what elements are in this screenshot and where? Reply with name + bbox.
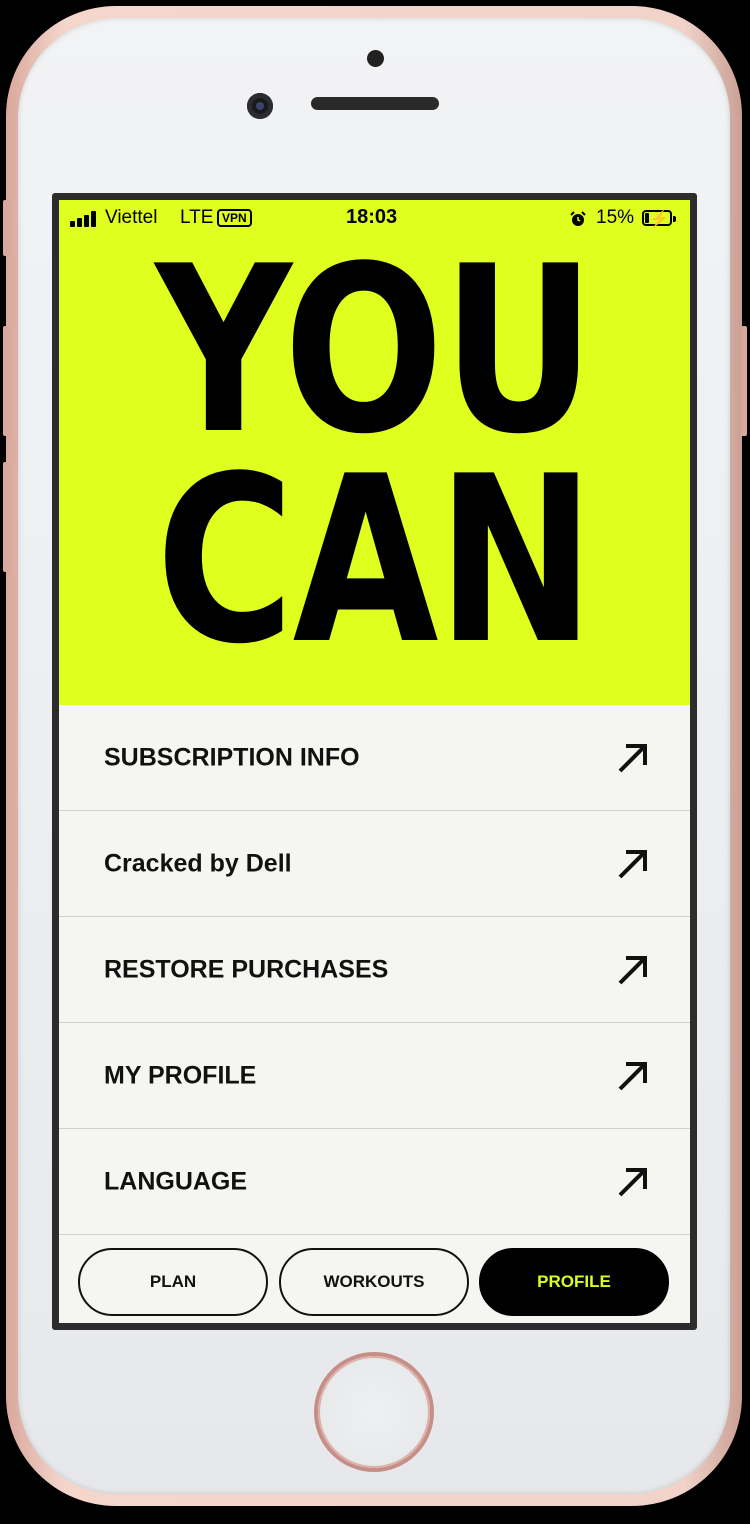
tab-plan[interactable]: PLAN bbox=[78, 1248, 268, 1316]
arrow-up-right-icon bbox=[618, 955, 647, 984]
menu-item-label: MY PROFILE bbox=[104, 1061, 257, 1089]
menu-item-label: RESTORE PURCHASES bbox=[104, 955, 389, 983]
menu-item-restore-purchases[interactable]: RESTORE PURCHASES bbox=[59, 917, 690, 1023]
arrow-up-right-icon bbox=[618, 1167, 647, 1196]
home-button[interactable] bbox=[318, 1356, 430, 1468]
hero-banner: Viettel LTE VPN 18:03 15% ⚡ YOU CAN bbox=[59, 200, 690, 705]
menu-item-my-profile[interactable]: MY PROFILE bbox=[59, 1023, 690, 1129]
volume-down-button bbox=[3, 462, 9, 572]
menu-item-label: Cracked by Dell bbox=[104, 849, 292, 877]
screen-bezel: Viettel LTE VPN 18:03 15% ⚡ YOU CAN SUBS… bbox=[52, 193, 697, 1330]
hero-line-2: CAN bbox=[155, 428, 595, 695]
menu-item-cracked-by[interactable]: Cracked by Dell bbox=[59, 811, 690, 917]
carrier-name: Viettel bbox=[105, 207, 158, 228]
charging-bolt-icon: ⚡ bbox=[649, 211, 669, 228]
volume-up-button bbox=[3, 326, 9, 436]
hero-headline: YOU CAN bbox=[116, 218, 633, 695]
menu-item-label: SUBSCRIPTION INFO bbox=[104, 743, 360, 771]
menu-item-label: LANGUAGE bbox=[104, 1167, 248, 1195]
earpiece-speaker bbox=[311, 97, 439, 110]
signal-strength-icon bbox=[70, 211, 100, 227]
arrow-up-right-icon bbox=[618, 849, 647, 878]
mute-switch bbox=[3, 200, 9, 256]
battery-icon: ⚡ bbox=[642, 210, 676, 228]
menu-item-language[interactable]: LANGUAGE bbox=[59, 1129, 690, 1235]
arrow-up-right-icon bbox=[618, 1061, 647, 1090]
front-camera bbox=[247, 93, 273, 119]
proximity-sensor bbox=[367, 50, 384, 67]
menu-item-subscription-info[interactable]: SUBSCRIPTION INFO bbox=[59, 705, 690, 811]
tab-workouts[interactable]: WORKOUTS bbox=[279, 1248, 469, 1316]
tab-profile[interactable]: PROFILE bbox=[479, 1248, 669, 1316]
arrow-up-right-icon bbox=[618, 743, 647, 772]
hero-line-1: YOU bbox=[155, 218, 595, 485]
battery-percentage: 15% bbox=[596, 207, 635, 228]
bottom-tab-bar: PLAN WORKOUTS PROFILE bbox=[59, 1240, 690, 1323]
profile-menu: SUBSCRIPTION INFO Cracked by Dell RESTOR… bbox=[59, 705, 690, 1235]
power-button bbox=[741, 326, 747, 436]
app-screen: Viettel LTE VPN 18:03 15% ⚡ YOU CAN SUBS… bbox=[59, 200, 690, 1323]
